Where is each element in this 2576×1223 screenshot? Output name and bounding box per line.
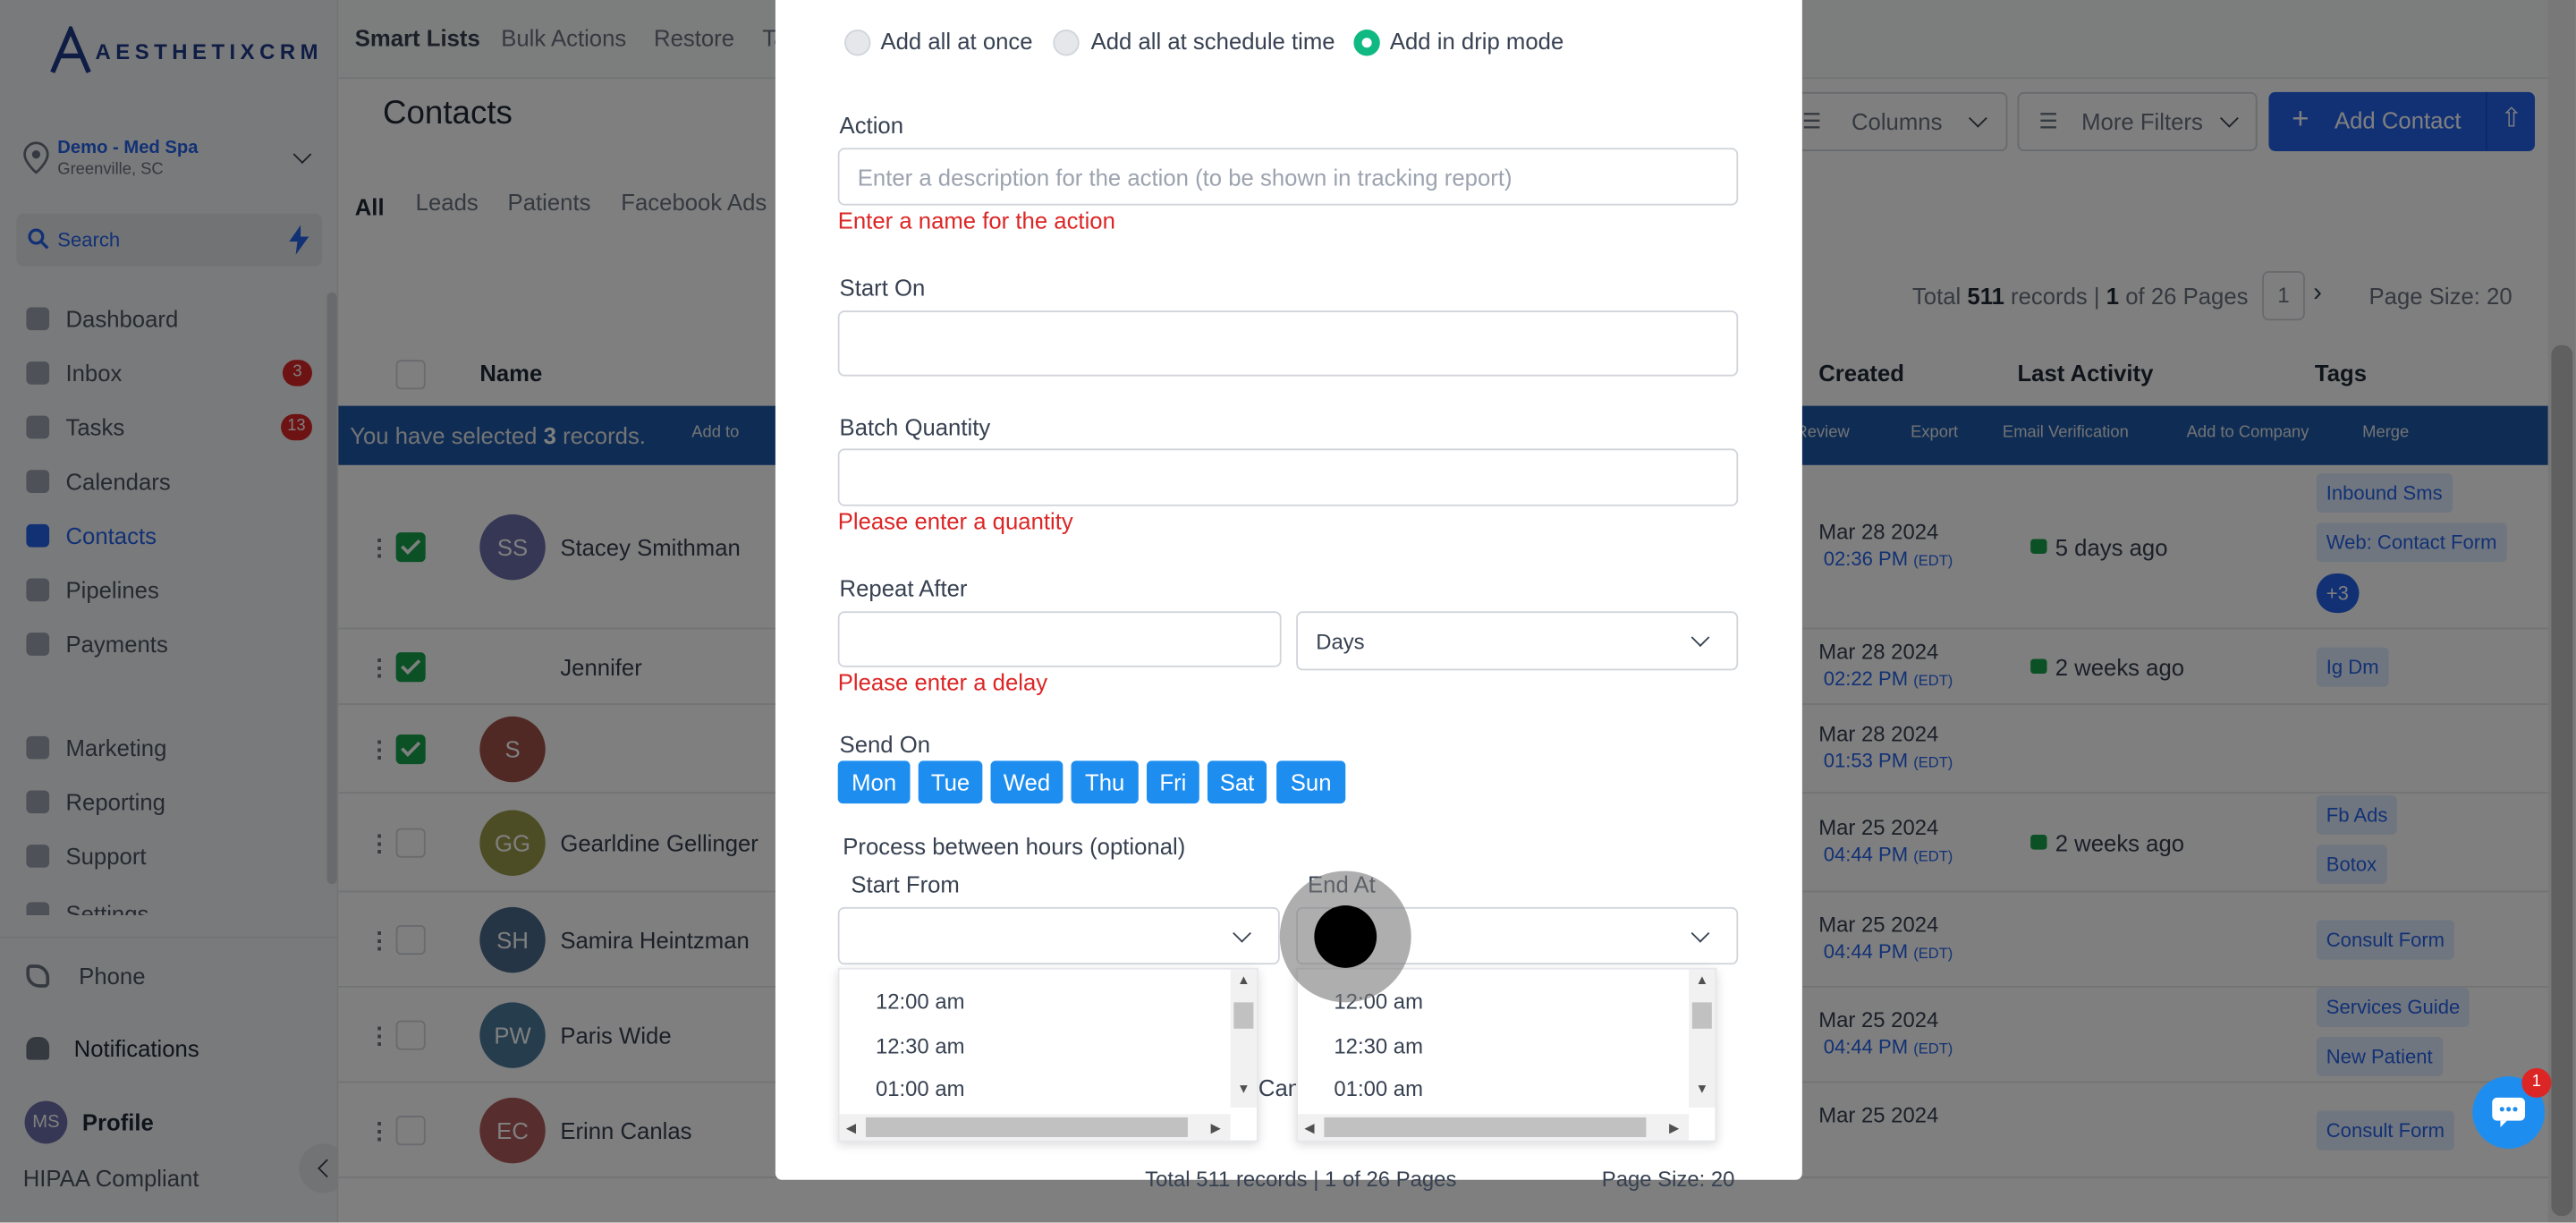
scroll-left-icon[interactable]: ◀ — [1304, 1121, 1314, 1136]
repeat-unit-value: Days — [1316, 629, 1365, 655]
start-from-label: Start From — [851, 871, 960, 897]
day-tue-button[interactable]: Tue — [918, 760, 983, 804]
action-label: Action — [839, 111, 904, 139]
action-input[interactable] — [837, 148, 1739, 206]
cancel-button[interactable]: Can — [1258, 1074, 1301, 1100]
day-wed-button[interactable]: Wed — [990, 760, 1063, 804]
mode-all-at-once-label[interactable]: Add all at once — [880, 28, 1032, 54]
footer-pagination: Total 511 records | 1 of 26 Pages — [1145, 1167, 1457, 1192]
repeat-after-input[interactable] — [837, 611, 1282, 667]
day-sat-button[interactable]: Sat — [1207, 760, 1267, 804]
send-on-label: Send On — [839, 731, 931, 758]
process-hours-label: Process between hours (optional) — [843, 833, 1186, 860]
chat-widget-button[interactable]: 1 — [2472, 1067, 2552, 1149]
end-option[interactable]: 01:00 am — [1334, 1076, 1423, 1101]
action-error: Enter a name for the action — [837, 207, 1115, 234]
chat-icon — [2492, 1097, 2526, 1127]
start-from-dropdown: 12:00 am 12:30 am 01:00 am ▲ ▼ ◀ ▶ — [837, 967, 1258, 1142]
end-option[interactable]: 12:30 am — [1334, 1033, 1423, 1058]
drip-mode-modal: Add all at once Add all at schedule time… — [775, 0, 1802, 1180]
scroll-up-icon[interactable]: ▲ — [1237, 972, 1250, 988]
scroll-up-icon[interactable]: ▲ — [1696, 972, 1709, 988]
mode-schedule-time-radio[interactable] — [1053, 30, 1080, 56]
dropdown-horizontal-scrollbar[interactable] — [1297, 1114, 1690, 1141]
batch-quantity-label: Batch Quantity — [839, 413, 991, 441]
footer-page-size: Page Size: 20 — [1601, 1167, 1735, 1192]
scroll-down-icon[interactable]: ▼ — [1237, 1082, 1250, 1097]
scroll-left-icon[interactable]: ◀ — [846, 1121, 856, 1136]
start-option[interactable]: 12:00 am — [876, 989, 965, 1015]
start-on-label: Start On — [839, 274, 926, 302]
click-indicator — [1279, 871, 1411, 1003]
chevron-down-icon — [1233, 923, 1251, 943]
chevron-down-icon — [1690, 628, 1710, 648]
repeat-unit-select[interactable]: Days — [1296, 611, 1739, 671]
mode-schedule-time-label[interactable]: Add all at schedule time — [1091, 28, 1335, 54]
mode-drip-radio[interactable] — [1353, 30, 1380, 56]
repeat-after-label: Repeat After — [839, 574, 968, 602]
batch-quantity-error: Please enter a quantity — [837, 507, 1073, 534]
mode-drip-label[interactable]: Add in drip mode — [1390, 28, 1563, 54]
chevron-down-icon — [1690, 923, 1710, 943]
scroll-right-icon[interactable]: ▶ — [1669, 1121, 1679, 1136]
repeat-after-error: Please enter a delay — [837, 668, 1048, 695]
mode-all-at-once-radio[interactable] — [844, 30, 871, 56]
day-sun-button[interactable]: Sun — [1276, 760, 1346, 804]
chat-badge: 1 — [2521, 1067, 2552, 1098]
start-from-select[interactable] — [837, 906, 1280, 965]
scroll-down-icon[interactable]: ▼ — [1696, 1082, 1709, 1097]
day-mon-button[interactable]: Mon — [837, 760, 911, 804]
start-option[interactable]: 01:00 am — [876, 1076, 965, 1101]
batch-quantity-input[interactable] — [837, 448, 1739, 506]
day-fri-button[interactable]: Fri — [1147, 760, 1199, 804]
scroll-right-icon[interactable]: ▶ — [1211, 1121, 1221, 1136]
day-thu-button[interactable]: Thu — [1071, 760, 1139, 804]
start-option[interactable]: 12:30 am — [876, 1033, 965, 1058]
dropdown-horizontal-scrollbar[interactable] — [839, 1114, 1231, 1141]
start-on-input[interactable] — [837, 310, 1739, 377]
